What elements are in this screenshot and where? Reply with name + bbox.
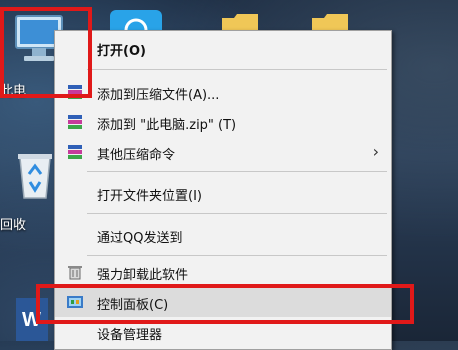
menu-separator bbox=[87, 213, 387, 214]
menu-item-send-via-qq[interactable]: 通过QQ发送到 bbox=[55, 220, 391, 250]
context-menu: 打开(O) 添加到压缩文件(A)... 添加到 "此电脑.zip" (T) 其他… bbox=[54, 30, 392, 350]
menu-item-label: 打开(O) bbox=[97, 44, 146, 59]
winrar-icon bbox=[68, 85, 82, 99]
winrar-icon bbox=[68, 115, 82, 129]
word-icon[interactable]: W bbox=[12, 296, 50, 341]
menu-item-add-to-archive[interactable]: 添加到压缩文件(A)... bbox=[55, 77, 391, 107]
menu-item-label: 添加到 "此电脑.zip" (T) bbox=[97, 118, 237, 133]
chevron-right-icon: › bbox=[372, 142, 379, 161]
menu-item-label: 打开文件夹位置(I) bbox=[97, 189, 202, 204]
menu-item-open[interactable]: 打开(O) bbox=[55, 33, 391, 63]
menu-item-force-uninstall[interactable]: 强力卸载此软件 bbox=[55, 257, 391, 287]
menu-separator bbox=[87, 255, 387, 256]
recycle-bin-icon[interactable] bbox=[16, 150, 54, 200]
recycle-bin-label[interactable]: 回收 bbox=[0, 214, 26, 233]
menu-separator bbox=[87, 69, 387, 70]
menu-item-add-to-zip[interactable]: 添加到 "此电脑.zip" (T) bbox=[55, 107, 391, 137]
winrar-icon bbox=[68, 145, 82, 159]
menu-item-other-compress[interactable]: 其他压缩命令 › bbox=[55, 137, 391, 167]
menu-item-device-manager[interactable]: 设备管理器 bbox=[55, 317, 391, 347]
menu-item-label: 设备管理器 bbox=[97, 328, 163, 343]
menu-item-label: 强力卸载此软件 bbox=[97, 268, 189, 283]
control-panel-icon bbox=[67, 296, 83, 308]
menu-item-label: 添加到压缩文件(A)... bbox=[97, 88, 220, 103]
menu-item-label: 控制面板(C) bbox=[97, 298, 169, 313]
svg-text:W: W bbox=[22, 309, 41, 331]
menu-item-open-file-location[interactable]: 打开文件夹位置(I) bbox=[55, 178, 391, 208]
menu-item-control-panel[interactable]: 控制面板(C) bbox=[55, 287, 391, 317]
this-pc-label[interactable]: 此电 bbox=[0, 80, 26, 99]
menu-item-label: 其他压缩命令 bbox=[97, 148, 176, 163]
trash-icon bbox=[68, 266, 82, 280]
menu-separator bbox=[87, 171, 387, 172]
menu-item-label: 通过QQ发送到 bbox=[97, 231, 183, 246]
